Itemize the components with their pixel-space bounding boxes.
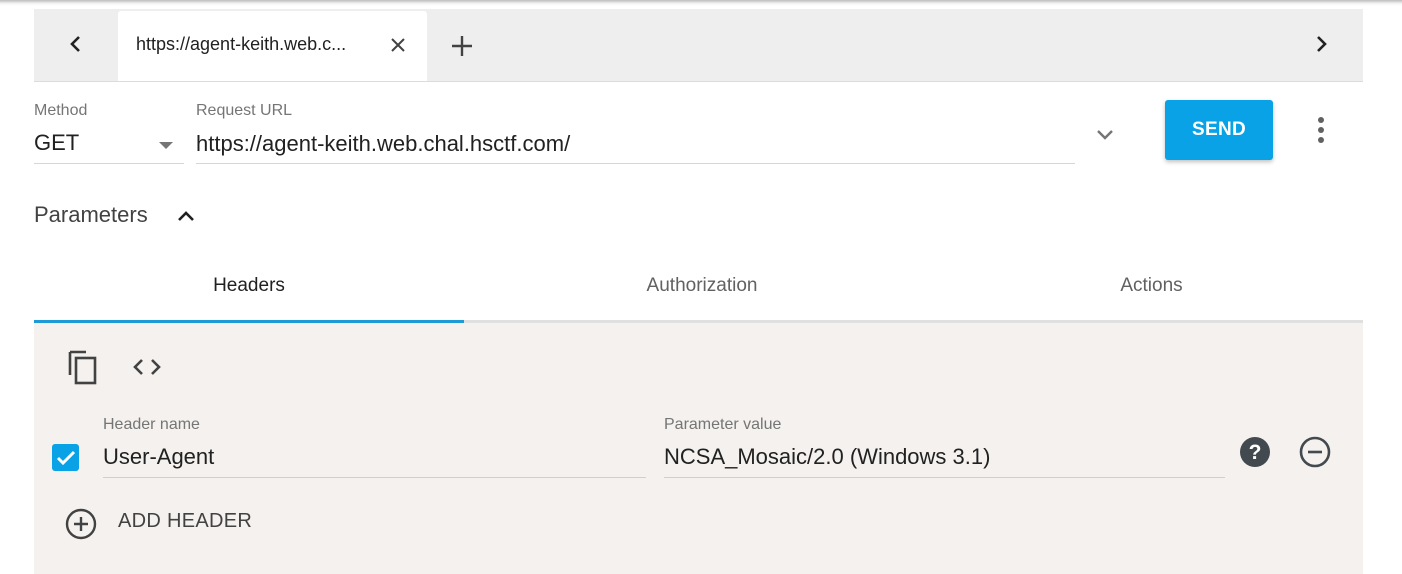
copy-headers-button[interactable]	[64, 348, 100, 386]
header-help-button[interactable]: ?	[1238, 435, 1272, 469]
header-enabled-checkbox[interactable]	[52, 444, 79, 471]
scroll-tabs-left-button[interactable]	[61, 29, 91, 59]
add-circle-icon	[65, 508, 97, 540]
dropdown-arrow-icon	[159, 142, 173, 149]
header-name-label: Header name	[103, 416, 200, 433]
close-tab-button[interactable]	[386, 33, 410, 57]
method-select[interactable]: GET	[34, 126, 184, 164]
scroll-tabs-right-button[interactable]	[1306, 29, 1336, 59]
header-name-input[interactable]	[103, 440, 643, 474]
header-value-input[interactable]	[664, 440, 1222, 474]
header-name-underline	[103, 477, 646, 478]
chevron-left-icon	[70, 36, 80, 52]
parameters-collapse-button[interactable]	[172, 202, 200, 230]
plus-icon	[452, 36, 472, 56]
method-label: Method	[34, 102, 88, 119]
tab-headers[interactable]: Headers	[34, 250, 464, 322]
request-tab-bar: https://agent-keith.web.c...	[34, 9, 1363, 82]
method-underline	[34, 163, 184, 164]
help-icon: ?	[1240, 437, 1270, 467]
chevron-down-icon	[1097, 130, 1113, 140]
remove-header-button[interactable]	[1298, 435, 1332, 469]
window-top-shadow	[0, 0, 1402, 6]
url-label: Request URL	[196, 102, 293, 119]
chevron-right-icon	[1317, 36, 1327, 52]
toggle-source-editor-button[interactable]	[128, 350, 166, 384]
request-tab[interactable]: https://agent-keith.web.c...	[118, 11, 427, 81]
checkmark-icon	[56, 450, 75, 465]
method-value: GET	[34, 130, 80, 155]
add-header-label: ADD HEADER	[118, 510, 253, 532]
close-icon	[391, 38, 405, 52]
parameter-value-label: Parameter value	[664, 416, 782, 433]
send-button[interactable]: SEND	[1165, 100, 1273, 160]
parameters-title: Parameters	[34, 202, 148, 227]
chevron-up-icon	[178, 211, 194, 221]
url-history-button[interactable]	[1090, 120, 1120, 150]
more-vert-icon	[1318, 117, 1324, 143]
request-tab-label: https://agent-keith.web.c...	[136, 34, 347, 54]
copy-icon	[68, 350, 97, 385]
code-icon	[133, 359, 161, 375]
tab-authorization[interactable]: Authorization	[480, 250, 924, 322]
url-input[interactable]	[196, 126, 1074, 162]
more-options-button[interactable]	[1306, 112, 1336, 148]
tab-actions[interactable]: Actions	[940, 250, 1363, 322]
remove-icon	[1299, 436, 1331, 468]
svg-text:?: ?	[1249, 441, 1262, 464]
add-tab-button[interactable]	[447, 31, 477, 61]
url-underline	[196, 163, 1075, 164]
header-value-underline	[664, 477, 1225, 478]
